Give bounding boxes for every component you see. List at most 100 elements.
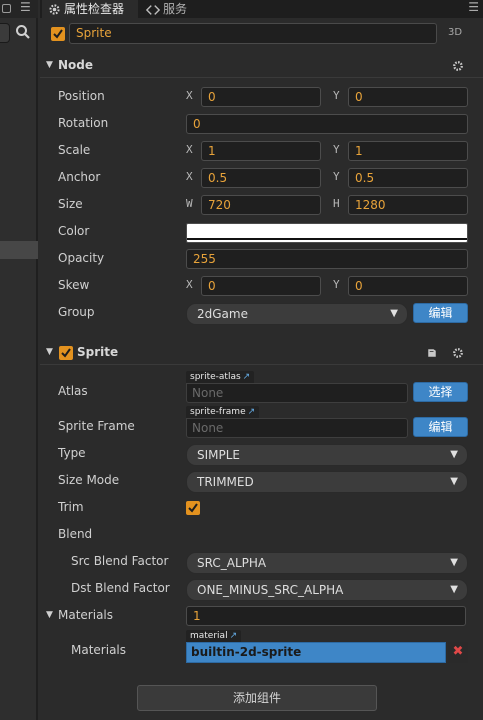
chevron-down-icon: ▼ (390, 308, 398, 319)
atlas-asset-field[interactable]: None (186, 383, 408, 403)
node-active-checkbox[interactable] (51, 27, 65, 41)
scale-x-axis: X (186, 143, 193, 156)
tab-bar: 属性检查器 服务 ☰ (40, 0, 483, 18)
hierarchy-search-input[interactable] (0, 23, 10, 43)
hierarchy-selected-row[interactable] (0, 241, 38, 259)
position-y-axis: Y (333, 89, 340, 102)
anchor-y-axis: Y (333, 170, 340, 183)
size-height-input[interactable]: 1280 (348, 195, 468, 215)
anchor-y-input[interactable]: 0.5 (348, 168, 468, 188)
position-x-input[interactable]: 0 (201, 87, 321, 107)
tab-services[interactable]: 服务 (140, 0, 220, 18)
atlas-asset-type: sprite-atlas (190, 372, 241, 382)
size-mode-select[interactable]: TRIMMED ▼ (186, 471, 468, 493)
services-icon (146, 4, 160, 15)
chevron-down-icon: ▼ (450, 476, 458, 487)
anchor-x-input[interactable]: 0.5 (201, 168, 321, 188)
color-picker-field[interactable] (186, 223, 468, 243)
group-select[interactable]: 2dGame ▼ (186, 303, 408, 325)
size-mode-label: Size Mode (58, 473, 120, 487)
skew-y-input[interactable]: 0 (348, 276, 468, 296)
collapse-triangle-icon[interactable]: ▼ (46, 55, 53, 75)
materials-label: Materials (58, 608, 114, 622)
gear-icon[interactable] (452, 60, 464, 72)
add-component-button[interactable]: 添加组件 (137, 685, 377, 711)
type-select-value: SIMPLE (197, 448, 241, 462)
remove-material-button[interactable]: ✖ (448, 642, 468, 663)
rotation-input[interactable]: 0 (186, 114, 468, 134)
sprite-frame-asset-field[interactable]: None (186, 418, 408, 438)
position-label: Position (58, 89, 105, 103)
chevron-down-icon: ▼ (450, 584, 458, 595)
checkmark-icon (61, 348, 71, 358)
collapse-triangle-icon[interactable]: ▼ (46, 610, 53, 620)
anchor-x-axis: X (186, 170, 193, 183)
group-edit-button[interactable]: 编辑 (413, 303, 468, 323)
checkmark-icon (188, 503, 198, 513)
mode-3d-toggle[interactable]: 3D (448, 27, 462, 38)
size-label: Size (58, 197, 83, 211)
skew-x-axis: X (186, 278, 193, 291)
group-select-value: 2dGame (197, 307, 248, 321)
type-select[interactable]: SIMPLE ▼ (186, 444, 468, 466)
hierarchy-panel-edge: ☰ (0, 0, 38, 720)
material-asset-field[interactable]: builtin-2d-sprite (186, 642, 446, 663)
gear-icon (49, 4, 60, 15)
sprite-frame-label: Sprite Frame (58, 419, 135, 433)
inspector-panel: 属性检查器 服务 ☰ Sprite 3D ▼ Node Position X 0… (40, 0, 483, 720)
tab-services-label: 服务 (163, 2, 188, 16)
position-y-input[interactable]: 0 (348, 87, 468, 107)
node-name-input[interactable]: Sprite (69, 23, 437, 44)
atlas-label: Atlas (58, 384, 88, 398)
size-h-axis: H (333, 197, 340, 210)
materials-item-label: Materials (71, 643, 127, 657)
trim-checkbox[interactable] (186, 501, 200, 515)
divider (40, 364, 483, 365)
menu-icon[interactable]: ☰ (20, 0, 31, 14)
collapse-triangle-icon[interactable]: ▼ (46, 342, 53, 362)
skew-x-input[interactable]: 0 (201, 276, 321, 296)
gear-icon[interactable] (452, 347, 464, 359)
src-blend-factor-value: SRC_ALPHA (197, 556, 267, 570)
checkmark-icon (53, 29, 63, 39)
chevron-down-icon: ▼ (450, 557, 458, 568)
panel-square-icon (2, 4, 11, 13)
group-label: Group (58, 305, 95, 319)
trim-label: Trim (58, 500, 84, 514)
skew-label: Skew (58, 278, 90, 292)
hierarchy-tab-edge[interactable]: ☰ (0, 0, 38, 18)
scale-y-axis: Y (333, 143, 340, 156)
opacity-input[interactable]: 255 (186, 249, 468, 269)
sprite-section-title: Sprite (77, 345, 119, 359)
opacity-label: Opacity (58, 251, 105, 265)
atlas-select-button[interactable]: 选择 (413, 382, 468, 402)
divider (40, 77, 483, 78)
tab-inspector-label: 属性检查器 (64, 2, 125, 16)
book-icon[interactable] (426, 347, 438, 359)
alpha-bar (187, 238, 467, 240)
dst-blend-factor-value: ONE_MINUS_SRC_ALPHA (197, 583, 344, 597)
materials-count-input[interactable]: 1 (186, 606, 466, 626)
tab-inspector[interactable]: 属性检查器 (42, 0, 138, 18)
scale-x-input[interactable]: 1 (201, 141, 321, 161)
sprite-enabled-checkbox[interactable] (59, 346, 73, 360)
position-x-axis: X (186, 89, 193, 102)
rotation-label: Rotation (58, 116, 109, 130)
src-blend-factor-label: Src Blend Factor (71, 554, 169, 568)
chevron-down-icon: ▼ (450, 449, 458, 460)
sprite-frame-edit-button[interactable]: 编辑 (413, 417, 468, 437)
color-label: Color (58, 224, 90, 238)
scale-label: Scale (58, 143, 91, 157)
src-blend-factor-select[interactable]: SRC_ALPHA ▼ (186, 552, 468, 574)
size-mode-select-value: TRIMMED (197, 475, 254, 489)
menu-icon[interactable]: ☰ (468, 0, 479, 14)
size-width-input[interactable]: 720 (201, 195, 321, 215)
dst-blend-factor-select[interactable]: ONE_MINUS_SRC_ALPHA ▼ (186, 579, 468, 601)
blend-label: Blend (58, 527, 93, 541)
search-icon[interactable] (15, 24, 31, 40)
sprite-frame-asset-type: sprite-frame (190, 407, 246, 417)
node-section-header[interactable]: ▼ Node (40, 55, 483, 75)
anchor-label: Anchor (58, 170, 101, 184)
size-w-axis: W (186, 197, 193, 210)
scale-y-input[interactable]: 1 (348, 141, 468, 161)
